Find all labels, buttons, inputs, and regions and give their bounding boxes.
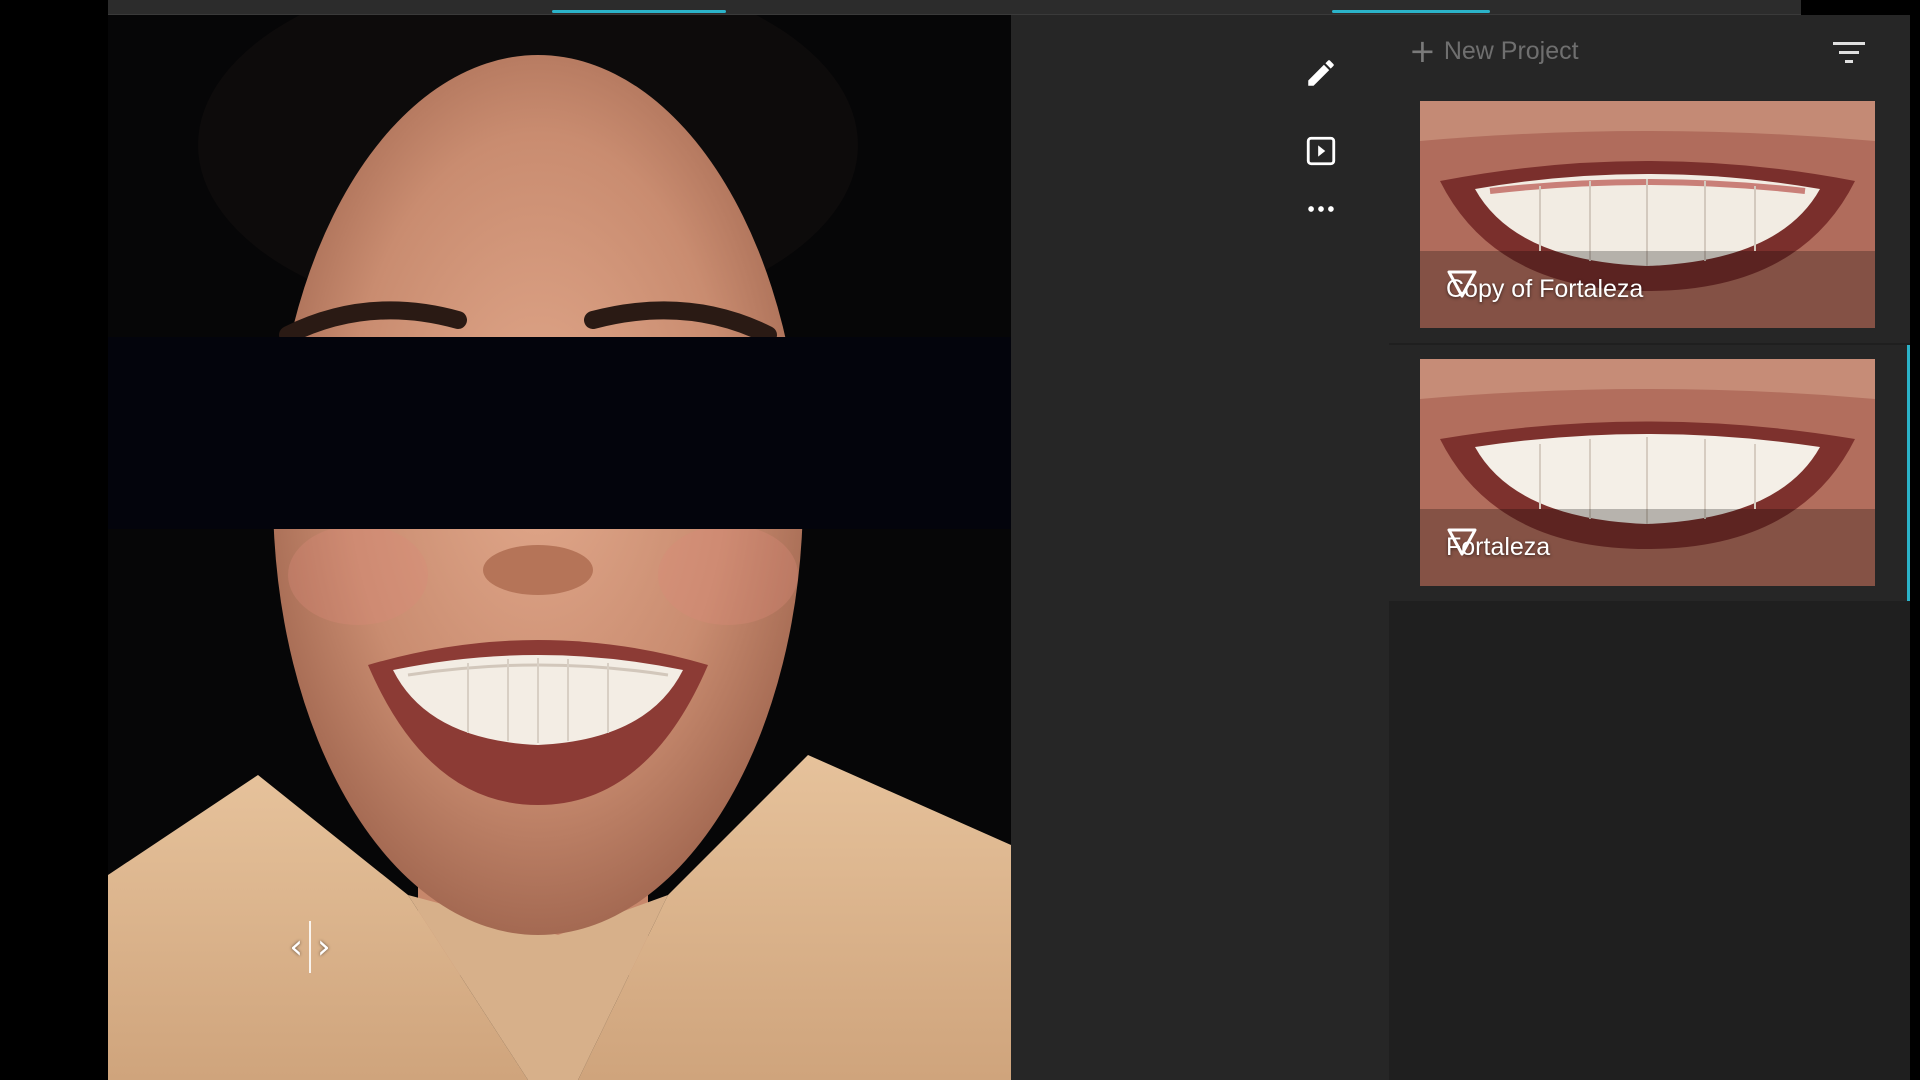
chevron-right-icon: › (317, 927, 331, 967)
plus-icon: + (1409, 32, 1436, 70)
project-name: Copy of Fortaleza (1446, 269, 1643, 309)
patient-photo (108, 15, 1011, 1080)
triangle-down-outline-icon (1447, 270, 1477, 298)
play-square-icon (1306, 136, 1336, 166)
project-card-thumbnail[interactable]: Fortaleza (1420, 359, 1875, 586)
projects-panel-header: + New Project (1389, 15, 1910, 85)
project-name: Fortaleza (1446, 527, 1550, 567)
new-project-label: New Project (1443, 36, 1579, 65)
pencil-icon (1308, 60, 1334, 86)
project-list-item-selected[interactable]: Fortaleza (1389, 345, 1910, 601)
edit-button[interactable] (1299, 51, 1343, 95)
filter-button[interactable] (1829, 35, 1869, 71)
compare-divider (309, 921, 311, 973)
tool-strip (1011, 15, 1389, 1080)
more-horizontal-icon (1308, 206, 1334, 212)
top-tab-bar (108, 0, 1801, 15)
photo-viewer[interactable]: ‹ › (108, 15, 1011, 1080)
project-list-item[interactable]: Copy of Fortaleza (1389, 85, 1910, 343)
presentation-button[interactable] (1299, 129, 1343, 173)
privacy-redaction-bar (108, 337, 1011, 529)
project-card-thumbnail[interactable]: Copy of Fortaleza (1420, 101, 1875, 328)
before-after-compare-handle[interactable]: ‹ › (272, 917, 348, 977)
active-tab-indicator[interactable] (552, 10, 726, 13)
filter-icon (1833, 42, 1865, 63)
secondary-tab-indicator[interactable] (1332, 10, 1490, 13)
app-window: ‹ › + New Project Copy of Fortaleza Fort… (108, 0, 1910, 1080)
projects-panel: + New Project Copy of Fortaleza Fortalez… (1389, 15, 1910, 1080)
triangle-down-outline-icon (1447, 528, 1477, 556)
more-options-button[interactable] (1299, 187, 1343, 231)
selection-indicator (1907, 345, 1910, 601)
chevron-left-icon: ‹ (289, 927, 303, 967)
new-project-button[interactable]: + New Project (1409, 35, 1579, 67)
